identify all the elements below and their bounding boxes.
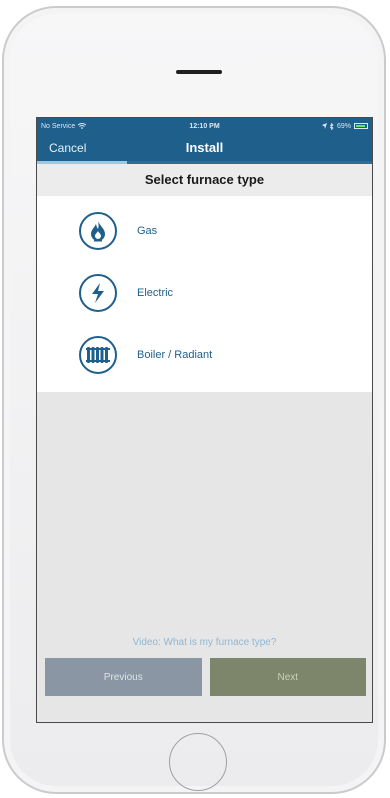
video-link[interactable]: Video: What is my furnace type? [37,637,372,648]
furnace-options-list: Gas Electric Boiler / Radiant [37,196,372,392]
status-time: 12:10 PM [189,122,220,130]
section-heading: Select furnace type [37,164,372,196]
nav-bar: Cancel Install [37,134,372,164]
lightning-icon [79,274,117,312]
progress-fill [37,161,128,164]
battery-icon [354,123,368,129]
flame-icon [79,212,117,250]
option-label: Gas [137,225,158,237]
option-electric[interactable]: Electric [37,262,372,324]
progress-track [37,161,372,164]
next-button[interactable]: Next [209,658,366,696]
option-boiler-radiant[interactable]: Boiler / Radiant [37,324,372,386]
footer-buttons: Previous Next [45,658,366,696]
app-screen: No Service 12:10 PM 69% Cancel Install S… [36,117,373,723]
radiator-icon [79,336,117,374]
page-title: Install [185,140,224,155]
speaker-slot [176,70,222,74]
option-gas[interactable]: Gas [37,200,372,262]
status-bar: No Service 12:10 PM 69% [37,118,372,134]
option-label: Boiler / Radiant [137,349,213,361]
home-button[interactable] [169,733,227,791]
previous-button[interactable]: Previous [45,658,202,696]
option-label: Electric [137,287,174,299]
phone-frame: No Service 12:10 PM 69% Cancel Install S… [2,6,386,794]
